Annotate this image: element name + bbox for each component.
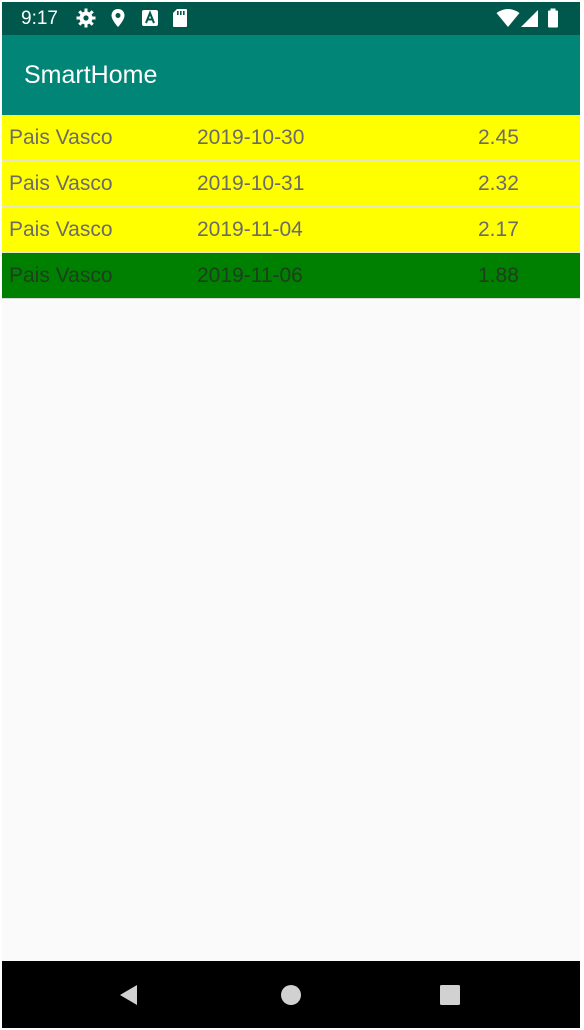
location-icon: [108, 8, 128, 28]
settings-icon: [76, 8, 96, 28]
price-label: 2.45: [478, 126, 519, 149]
battery-icon: [546, 8, 560, 28]
app-title: SmartHome: [24, 61, 158, 89]
date-label: 2019-11-06: [197, 264, 303, 287]
list-item[interactable]: Pais Vasco 2019-11-06 1.88: [2, 253, 580, 299]
price-label: 2.17: [478, 218, 519, 241]
list-item[interactable]: Pais Vasco 2019-10-30 2.45: [2, 115, 580, 161]
status-time: 9:17: [21, 8, 58, 29]
list-item[interactable]: Pais Vasco 2019-10-31 2.32: [2, 161, 580, 207]
app-bar: SmartHome: [2, 35, 580, 115]
navigation-bar: [2, 961, 580, 1028]
region-label: Pais Vasco: [9, 172, 113, 195]
status-bar: 9:17: [2, 2, 580, 35]
region-label: Pais Vasco: [9, 218, 113, 241]
price-label: 2.32: [478, 172, 519, 195]
price-list: Pais Vasco 2019-10-30 2.45 Pais Vasco 20…: [2, 115, 580, 299]
price-label: 1.88: [478, 264, 519, 287]
wifi-icon: [496, 8, 520, 28]
recents-icon[interactable]: [433, 978, 467, 1012]
a-icon: [140, 8, 160, 28]
sd-card-icon: [170, 8, 190, 28]
region-label: Pais Vasco: [9, 264, 113, 287]
date-label: 2019-10-31: [197, 172, 305, 195]
app-screen: 9:17 SmartHome Pais Vasco 2019-10-30 2.4…: [2, 2, 580, 1028]
list-item[interactable]: Pais Vasco 2019-11-04 2.17: [2, 207, 580, 253]
signal-icon: [520, 8, 540, 28]
date-label: 2019-11-04: [197, 218, 303, 241]
home-icon[interactable]: [274, 978, 308, 1012]
back-icon[interactable]: [112, 978, 146, 1012]
date-label: 2019-10-30: [197, 126, 305, 149]
region-label: Pais Vasco: [9, 126, 113, 149]
